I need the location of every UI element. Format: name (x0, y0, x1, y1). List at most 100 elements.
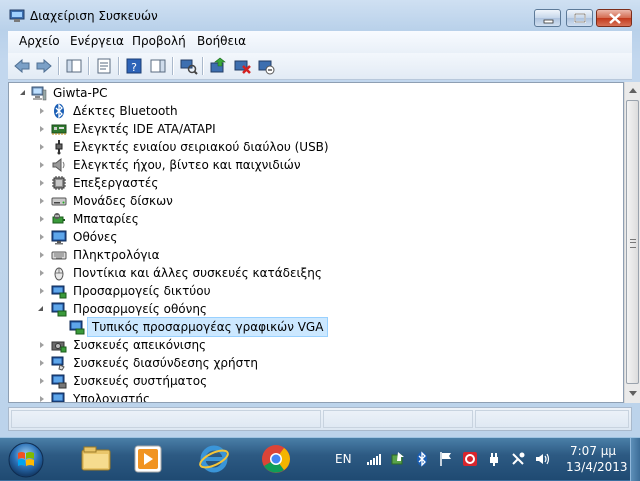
collapse-arrow-icon[interactable] (20, 90, 25, 95)
expand-arrow-icon[interactable] (40, 162, 44, 168)
scroll-up-arrow-icon[interactable] (625, 82, 640, 99)
network-signal-icon[interactable] (366, 451, 382, 467)
expand-arrow-icon[interactable] (40, 126, 44, 132)
collapse-arrow-icon[interactable] (38, 306, 43, 311)
expand-arrow-icon[interactable] (40, 288, 44, 294)
status-bar (8, 407, 632, 431)
expand-arrow-icon[interactable] (40, 144, 44, 150)
expand-arrow-icon[interactable] (40, 342, 44, 348)
expand-arrow-icon[interactable] (40, 216, 44, 222)
menu-bar: Αρχείο Ενέργεια Προβολή Βοήθεια (8, 31, 632, 54)
media-player-icon[interactable] (118, 438, 178, 480)
back-arrow-icon[interactable] (12, 56, 32, 76)
device-tray-icon[interactable] (510, 451, 526, 467)
tree-item-label: Υπολογιστής (73, 392, 150, 403)
power-plug-icon[interactable] (486, 451, 502, 467)
status-pane-main (11, 410, 321, 428)
help-icon[interactable]: ? (124, 56, 144, 76)
network-adapter-icon (51, 285, 67, 299)
toolbar-separator (88, 57, 89, 75)
scan-hardware-changes-icon[interactable] (178, 56, 198, 76)
tree-item-label: Προσαρμογείς δικτύου (73, 284, 211, 298)
tree-item-label: Συσκευές διασύνδεσης χρήστη (73, 356, 259, 370)
title-bar[interactable]: Διαχείριση Συσκευών (0, 0, 640, 30)
menu-help[interactable]: Βοήθεια (195, 34, 248, 48)
action-center-flag-icon[interactable] (438, 451, 454, 467)
computer-name: Giwta-PC (53, 86, 108, 100)
tree-item-label: Τυπικός προσαρμογέας γραφικών VGA (87, 317, 329, 337)
device-manager-icon (9, 9, 25, 22)
bluetooth-icon (54, 103, 64, 119)
show-desktop-button[interactable] (630, 438, 640, 481)
device-manager-window: Διαχείριση Συσκευών Αρχείο Ενέργεια Προβ… (0, 0, 640, 437)
window-title: Διαχείριση Συσκευών (30, 9, 158, 23)
volume-icon[interactable] (534, 451, 550, 467)
vertical-scrollbar[interactable] (624, 82, 640, 403)
close-icon (609, 13, 621, 24)
expand-arrow-icon[interactable] (40, 270, 44, 276)
expand-arrow-icon[interactable] (40, 396, 44, 402)
scrollbar-thumb[interactable] (626, 100, 639, 384)
toolbar: ? (8, 53, 632, 80)
tree-item-label: Συσκευές απεικόνισης (73, 338, 207, 352)
expand-arrow-icon[interactable] (40, 234, 44, 240)
svg-text:?: ? (131, 61, 137, 74)
tree-item-label: Επεξεργαστές (73, 176, 159, 190)
tree-item-label: Ελεγκτές IDE ATA/ATAPI (73, 122, 216, 136)
internet-explorer-icon[interactable] (184, 438, 244, 480)
hid-icon (51, 356, 65, 371)
speaker-icon (52, 157, 65, 173)
antivirus-icon[interactable] (462, 451, 478, 467)
system-device-icon (51, 374, 67, 389)
disable-device-icon[interactable] (256, 56, 276, 76)
monitor-icon (51, 230, 67, 245)
battery-icon (52, 213, 65, 224)
maximize-button[interactable] (566, 9, 593, 27)
expand-arrow-icon[interactable] (40, 198, 44, 204)
display-adapter-icon (69, 320, 85, 335)
tree-item-label: Ελεγκτές ενιαίου σειριακού διαύλου (USB) (73, 140, 329, 154)
file-explorer-icon[interactable] (66, 438, 126, 480)
computer-icon (31, 86, 47, 101)
clock-date[interactable]: 13/4/2013 (566, 460, 628, 474)
toolbar-separator (118, 57, 119, 75)
update-driver-icon[interactable] (208, 56, 228, 76)
scroll-down-arrow-icon[interactable] (625, 385, 640, 402)
close-button[interactable] (596, 9, 632, 27)
expand-arrow-icon[interactable] (40, 252, 44, 258)
uninstall-device-icon[interactable] (232, 56, 252, 76)
start-button[interactable] (6, 439, 46, 479)
keyboard-icon (51, 251, 67, 260)
safely-remove-hardware-icon[interactable] (390, 451, 406, 467)
expand-arrow-icon[interactable] (40, 360, 44, 366)
expand-arrow-icon[interactable] (40, 378, 44, 384)
minimize-button[interactable] (534, 9, 561, 27)
forward-arrow-icon[interactable] (34, 56, 54, 76)
tree-item-label: Μπαταρίες (73, 212, 139, 226)
display-adapter-icon (51, 302, 67, 317)
status-pane-secondary (323, 410, 473, 428)
menu-view[interactable]: Προβολή (130, 34, 188, 48)
properties-icon[interactable] (94, 56, 114, 76)
expand-arrow-icon[interactable] (40, 108, 44, 114)
toolbar-separator (58, 57, 59, 75)
tree-item-label: Ελεγκτές ήχου, βίντεο και παιχνιδιών (73, 158, 301, 172)
computer-icon (51, 392, 65, 402)
menu-action[interactable]: Ενέργεια (68, 34, 126, 48)
usb-icon (55, 140, 63, 155)
disk-drive-icon (51, 197, 67, 206)
tree-item-label: Πληκτρολόγια (73, 248, 160, 262)
action-pane-icon[interactable] (148, 56, 168, 76)
chrome-icon[interactable] (246, 438, 306, 480)
toolbar-separator (202, 57, 203, 75)
expand-arrow-icon[interactable] (40, 180, 44, 186)
processor-icon (52, 176, 66, 190)
show-hide-console-tree-icon[interactable] (64, 56, 84, 76)
clock-time[interactable]: 7:07 μμ (570, 444, 616, 458)
menu-file[interactable]: Αρχείο (17, 34, 62, 48)
tree-item-label: Ποντίκια και άλλες συσκευές κατάδειξης (73, 266, 322, 280)
device-tree[interactable]: Giwta-PC Δέκτες Bluetooth Ελεγκτές IDE AT… (8, 82, 624, 403)
mouse-icon (54, 267, 64, 281)
bluetooth-tray-icon[interactable] (414, 451, 430, 467)
language-indicator[interactable]: EN (335, 452, 352, 466)
